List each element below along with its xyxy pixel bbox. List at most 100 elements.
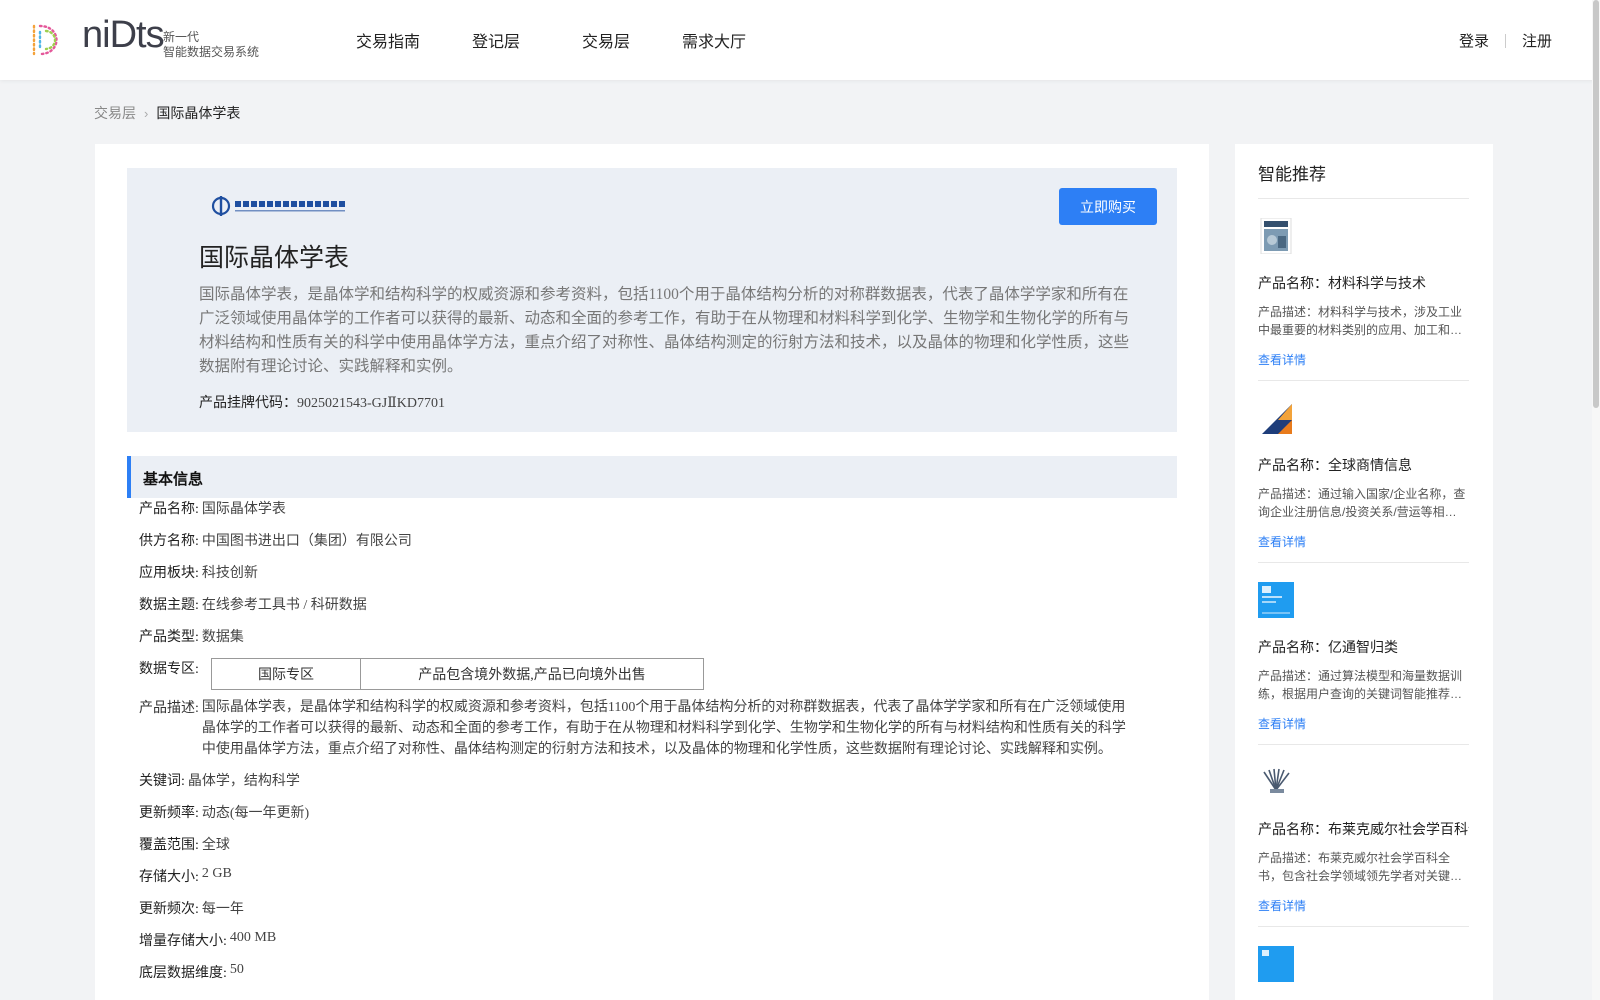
recommendation-item: 产品名称：布莱克威尔社会学百科全书 产品描述：布莱克威尔社会学百科全书，包含社会… xyxy=(1258,764,1469,915)
recommendation-name: 产品名称：全球商情信息 xyxy=(1258,457,1412,473)
info-row: 产品名称: 国际晶体学表 xyxy=(139,498,286,518)
divider xyxy=(1258,198,1469,199)
info-value: 晶体学，结构科学 xyxy=(187,774,300,789)
info-row: 增量存储大小: 400 MB xyxy=(139,930,276,950)
app-tile-icon[interactable] xyxy=(1258,582,1294,618)
recommendation-desc: 产品描述：通过算法模型和海量数据训练，根据用户查询的关键词智能推荐… xyxy=(1258,669,1463,701)
info-label: 更新频次: xyxy=(139,902,199,917)
info-label: 数据专区: xyxy=(139,662,199,677)
info-value: 2 GB xyxy=(201,866,232,881)
info-label: 覆盖范围: xyxy=(139,838,199,853)
info-row: 关键词: 晶体学，结构科学 xyxy=(139,770,300,790)
divider xyxy=(1258,380,1469,381)
section-title: 基本信息 xyxy=(143,471,204,488)
info-label: 更新频率: xyxy=(139,806,199,821)
listing-code: 产品挂牌代码：9025021543-GJⅡKD7701 xyxy=(199,392,445,412)
info-value: 国际晶体学表，是晶体学和结构科学的权威资源和参考资料，包括1100个用于晶体结构… xyxy=(201,700,1126,757)
info-row: 数据主题: 在线参考工具书 / 科研数据 xyxy=(139,594,367,614)
recommendation-panel: 智能推荐 产品名称：材料科学与技术 产品描述：材料科学与技术，涉及工业中最重要的… xyxy=(1235,144,1493,1000)
buy-now-button[interactable]: 立即购买 xyxy=(1059,188,1157,225)
info-row: 存储大小: 2 GB xyxy=(139,866,232,886)
info-value: 全球 xyxy=(201,838,230,853)
recommendation-desc: 产品描述：布莱克威尔社会学百科全书，包含社会学领域领先学者对关键… xyxy=(1258,851,1463,883)
app-tile-icon[interactable] xyxy=(1258,946,1294,982)
recommendation-item xyxy=(1258,946,1469,987)
product-summary: 国际晶体学表，是晶体学和结构科学的权威资源和参考资料，包括1100个用于晶体结构… xyxy=(199,286,1130,375)
info-row: 应用板块: 科技创新 xyxy=(139,562,258,582)
info-row: 更新频次: 每一年 xyxy=(139,898,244,918)
divider xyxy=(1258,562,1469,563)
divider xyxy=(1258,744,1469,745)
logo-wordmark[interactable]: niDts xyxy=(82,14,165,57)
info-value: 每一年 xyxy=(201,902,244,917)
scrollbar-thumb[interactable] xyxy=(1593,0,1599,408)
info-row-description: 产品描述: 国际晶体学表，是晶体学和结构科学的权威资源和参考资料，包括1100个… xyxy=(139,697,1149,760)
info-value: 400 MB xyxy=(229,930,277,945)
info-label: 产品类型: xyxy=(139,630,199,645)
triangle-logo-icon[interactable] xyxy=(1258,400,1294,436)
info-row: 更新频率: 动态(每一年更新) xyxy=(139,802,309,822)
login-link[interactable]: 登录 xyxy=(1459,30,1489,51)
info-label: 存储大小: xyxy=(139,870,199,885)
recommendation-desc: 产品描述：通过输入国家/企业名称，查询企业注册信息/投资关系/营运等相… xyxy=(1258,487,1466,519)
main-nav: 交易指南 登记层 交易层 需求大厅 xyxy=(356,28,798,52)
info-label: 数据主题: xyxy=(139,598,199,613)
listing-code-value: 9025021543-GJⅡKD7701 xyxy=(297,396,445,411)
info-row: 产品类型: 数据集 xyxy=(139,626,244,646)
info-label: 底层数据维度: xyxy=(139,966,227,981)
nav-trade-guide[interactable]: 交易指南 xyxy=(356,28,420,52)
recommendation-name: 产品名称：材料科学与技术 xyxy=(1258,275,1426,291)
recommendation-desc: 产品描述：材料科学与技术，涉及工业中最重要的材料类别的应用、加工和… xyxy=(1258,305,1463,337)
recommendation-item: 产品名称：材料科学与技术 产品描述：材料科学与技术，涉及工业中最重要的材料类别的… xyxy=(1258,217,1469,369)
nav-demand-hall[interactable]: 需求大厅 xyxy=(682,28,746,52)
nav-registry-layer[interactable]: 登记层 xyxy=(472,28,520,52)
fan-logo-icon[interactable] xyxy=(1258,764,1294,800)
nav-trade-layer[interactable]: 交易层 xyxy=(582,28,630,52)
info-row: 供方名称: 中国图书进出口（集团）有限公司 xyxy=(139,530,412,550)
logo-icon[interactable] xyxy=(28,20,70,60)
recommendation-name: 产品名称：亿通智归类 xyxy=(1258,639,1398,655)
info-label: 关键词: xyxy=(139,774,185,789)
breadcrumb-current: 国际晶体学表 xyxy=(156,105,241,121)
chevron-right-icon: › xyxy=(144,105,149,121)
info-value: 动态(每一年更新) xyxy=(201,806,310,821)
info-label: 应用板块: xyxy=(139,566,199,581)
panel-title: 智能推荐 xyxy=(1258,165,1326,184)
info-label: 产品描述: xyxy=(139,701,199,716)
info-value: 国际晶体学表 xyxy=(201,502,286,517)
breadcrumb-parent[interactable]: 交易层 xyxy=(94,103,136,123)
auth-divider xyxy=(1504,33,1506,48)
info-value: 中国图书进出口（集团）有限公司 xyxy=(201,534,412,549)
info-label: 供方名称: xyxy=(139,534,199,549)
auth-links: 登录 注册 xyxy=(1459,30,1552,51)
page-scrollbar[interactable] xyxy=(1592,0,1600,1000)
product-title: 国际晶体学表 xyxy=(199,245,350,272)
recommendation-name: 产品名称：布莱克威尔社会学百科全书 xyxy=(1258,821,1469,837)
divider xyxy=(1258,926,1469,927)
book-cover-icon[interactable] xyxy=(1258,217,1294,255)
listing-code-label: 产品挂牌代码： xyxy=(199,396,297,411)
product-detail-card: 立即购买 国际晶体学表 国际晶体学表，是晶体学和结构科学的权威资源和参考资料，包… xyxy=(95,144,1209,1000)
top-header: niDts 新一代 智能数据交易系统 交易指南 登记层 交易层 需求大厅 登录 … xyxy=(0,0,1600,80)
info-label: 产品名称: xyxy=(139,502,199,517)
view-details-link[interactable]: 查看详情 xyxy=(1258,715,1306,732)
product-hero: 立即购买 国际晶体学表 国际晶体学表，是晶体学和结构科学的权威资源和参考资料，包… xyxy=(127,168,1177,432)
basic-info-header: 基本信息 xyxy=(127,456,1177,498)
view-details-link[interactable]: 查看详情 xyxy=(1258,533,1306,550)
view-details-link[interactable]: 查看详情 xyxy=(1258,351,1306,368)
breadcrumb: 交易层 › 国际晶体学表 xyxy=(94,103,240,123)
info-row: 覆盖范围: 全球 xyxy=(139,834,230,854)
logo-tagline-2: 智能数据交易系统 xyxy=(163,45,260,59)
info-row: 底层数据维度: 50 xyxy=(139,962,244,982)
recommendation-item: 产品名称：亿通智归类 产品描述：通过算法模型和海量数据训练，根据用户查询的关键词… xyxy=(1258,582,1469,733)
info-value: 数据集 xyxy=(201,630,244,645)
supplier-logo-icon xyxy=(211,196,345,216)
info-label: 增量存储大小: xyxy=(139,934,227,949)
recommendation-item: 产品名称：全球商情信息 产品描述：通过输入国家/企业名称，查询企业注册信息/投资… xyxy=(1258,400,1469,551)
zone-cell: 产品包含境外数据,产品已向境外出售 xyxy=(418,668,646,683)
info-value: 50 xyxy=(229,962,244,977)
info-value: 科技创新 xyxy=(201,566,258,581)
info-row-zone: 数据专区: xyxy=(139,658,199,678)
register-link[interactable]: 注册 xyxy=(1522,30,1552,51)
view-details-link[interactable]: 查看详情 xyxy=(1258,897,1306,914)
